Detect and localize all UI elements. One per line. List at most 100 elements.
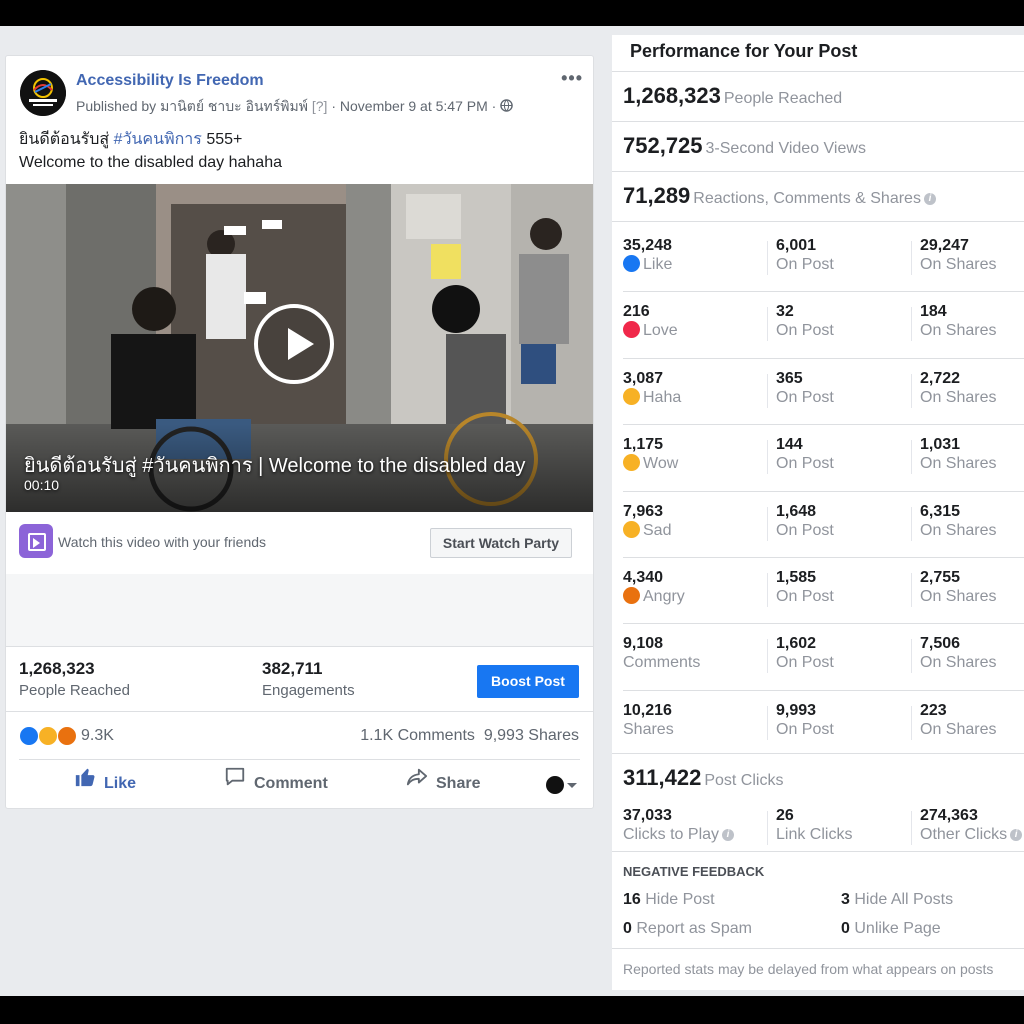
on-shares-label: On Shares [920, 389, 997, 406]
reaction-total-angry: 4,340 Angry [623, 569, 685, 606]
published-prefix: Published by [76, 98, 157, 114]
comment-button[interactable]: Comment [224, 760, 328, 808]
total-value: 3,087 [623, 370, 664, 387]
video-views-stat: 752,725 3-Second Video Views [623, 133, 866, 159]
start-watch-party-button[interactable]: Start Watch Party [430, 528, 572, 558]
post-meta: Published by มานิตย์ ชาบะ อินทร์พิมพ์ [?… [76, 96, 513, 118]
caption-suffix: 555+ [201, 131, 243, 148]
total-value: 4,340 [623, 569, 664, 586]
globe-icon[interactable] [500, 98, 513, 114]
reaction-total-wow: 1,175 Wow [623, 436, 678, 473]
reaction-total-love: 216 Love [623, 303, 678, 340]
on-shares-label: On Shares [920, 322, 997, 339]
divider [767, 507, 768, 541]
on-shares-label: On Shares [920, 654, 997, 671]
help-marker[interactable]: [?] [312, 98, 328, 114]
on-shares-value: 29,247 [920, 237, 969, 254]
thumbs-up-icon [74, 760, 96, 808]
divider [623, 358, 1024, 359]
divider [911, 507, 912, 541]
chevron-down-icon[interactable] [567, 783, 577, 788]
divider [612, 221, 1024, 222]
comments-shares-counts: 1.1K Comments 9,993 Shares [360, 727, 579, 745]
publisher-name[interactable]: มานิตย์ ชาบะ อินทร์พิมพ์ [160, 98, 308, 114]
on-shares-cell: 29,247 On Shares [920, 237, 996, 274]
on-shares-cell: 1,031 On Shares [920, 436, 996, 473]
hide-all-posts-stat: 3 Hide All Posts [841, 891, 953, 909]
page-name-link[interactable]: Accessibility Is Freedom [76, 72, 264, 90]
engagement-stat: 71,289 Reactions, Comments & Shares i [623, 183, 936, 209]
share-icon [406, 760, 428, 808]
link-clicks-value: 26 [776, 807, 794, 824]
sad-reaction-icon [38, 726, 58, 746]
metric-label: Haha [643, 389, 682, 406]
engagements-value[interactable]: 382,711 [262, 659, 323, 679]
angry-reaction-icon [57, 726, 77, 746]
unlike-label: Unlike Page [854, 920, 941, 937]
total-value: 1,175 [623, 436, 664, 453]
metric-label: Love [643, 322, 678, 339]
post-timestamp[interactable]: November 9 at 5:47 PM [340, 98, 488, 114]
actor-avatar-icon[interactable] [546, 776, 564, 794]
watch-party-prompt: Watch this video with your friends [58, 534, 267, 550]
divider [623, 424, 1024, 425]
footnote: Reported stats may be delayed from what … [623, 961, 994, 977]
divider [623, 491, 1024, 492]
shares-count[interactable]: 9,993 Shares [484, 727, 579, 744]
on-post-label: On Post [776, 256, 834, 273]
on-post-cell: 1,602 On Post [776, 635, 834, 672]
link-clicks-label: Link Clicks [776, 826, 853, 843]
link-clicks: 26 Link Clicks [776, 807, 852, 844]
metric-label: Comments [623, 654, 701, 671]
on-post-value: 1,648 [776, 503, 817, 520]
post-insights-bar: 1,268,323 People Reached 382,711 Engagem… [6, 647, 593, 712]
caption-line-2: Welcome to the disabled day hahaha [19, 154, 282, 171]
reaction-total-haha: 3,087 Haha [623, 370, 681, 407]
total-value: 7,963 [623, 503, 664, 520]
panel-title: Performance for Your Post [630, 41, 858, 61]
share-label: Share [436, 775, 481, 793]
video-player[interactable]: ยินดีต้อนรับสู่ #วันคนพิการ | Welcome to… [6, 184, 593, 512]
like-button[interactable]: Like [74, 760, 136, 808]
people-reached-label: People Reached [19, 682, 130, 699]
reaction-total-sad: 7,963 Sad [623, 503, 671, 540]
people-reached-number: 1,268,323 [623, 83, 721, 108]
report-spam-stat: 0 Report as Spam [623, 920, 752, 938]
spam-label: Report as Spam [636, 920, 752, 937]
divider [612, 121, 1024, 122]
divider [911, 639, 912, 673]
divider [612, 851, 1024, 852]
on-post-value: 32 [776, 303, 794, 320]
more-options-icon[interactable]: ••• [561, 68, 583, 89]
on-post-cell: 6,001 On Post [776, 237, 834, 274]
hide-all-value: 3 [841, 891, 850, 908]
on-shares-cell: 7,506 On Shares [920, 635, 996, 672]
reactions-summary: 9.3K 1.1K Comments 9,993 Shares [6, 712, 593, 758]
on-shares-value: 2,755 [920, 569, 961, 586]
hashtag-link[interactable]: #วันคนพิการ [114, 131, 202, 148]
metric-label: Angry [643, 588, 685, 605]
on-shares-label: On Shares [920, 588, 997, 605]
info-icon[interactable]: i [722, 829, 735, 841]
boost-post-button[interactable]: Boost Post [477, 665, 579, 698]
info-icon[interactable]: i [1010, 829, 1023, 841]
divider [767, 639, 768, 673]
on-post-cell: 1,648 On Post [776, 503, 834, 540]
divider [612, 753, 1024, 754]
info-icon[interactable]: i [923, 193, 936, 205]
reaction-icons[interactable] [19, 726, 79, 746]
divider [767, 440, 768, 474]
hide-post-label: Hide Post [645, 891, 715, 908]
people-reached-value[interactable]: 1,268,323 [19, 659, 95, 679]
on-shares-label: On Shares [920, 522, 997, 539]
divider [911, 573, 912, 607]
on-post-cell: 144 On Post [776, 436, 834, 473]
page-avatar[interactable] [20, 70, 66, 116]
share-button[interactable]: Share [406, 760, 480, 808]
like-icon [623, 255, 640, 272]
reactions-count[interactable]: 9.3K [81, 727, 114, 745]
play-button[interactable] [254, 304, 334, 384]
divider [911, 706, 912, 740]
on-post-cell: 9,993 On Post [776, 702, 834, 739]
comments-count[interactable]: 1.1K Comments [360, 727, 475, 744]
